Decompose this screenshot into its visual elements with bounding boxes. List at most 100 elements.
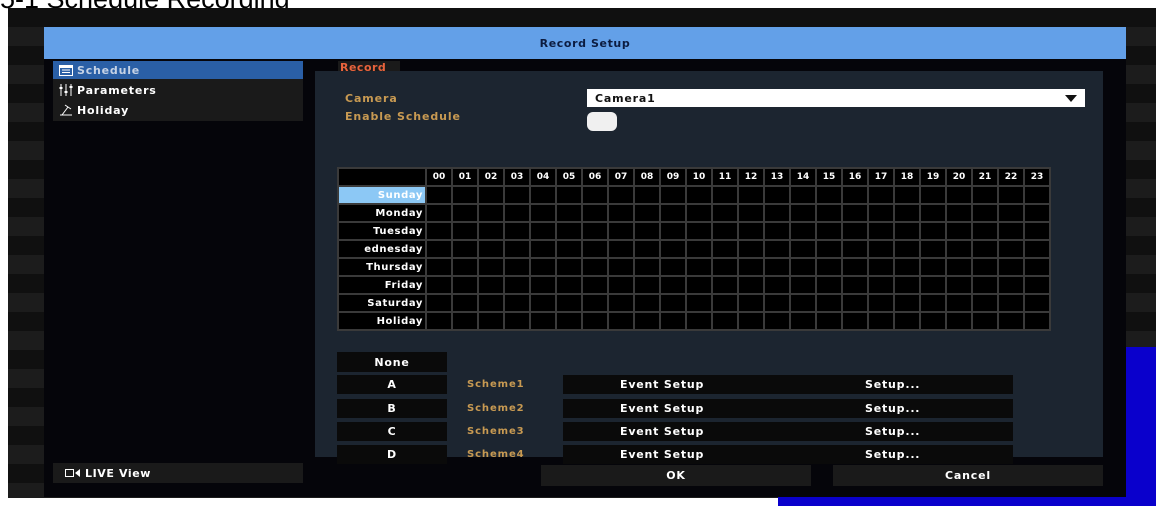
schedule-slot[interactable] [633,239,661,259]
schedule-slot[interactable] [919,185,947,205]
schedule-slot[interactable] [841,203,869,223]
schedule-slot[interactable] [607,221,635,241]
schedule-slot[interactable] [971,203,999,223]
schedule-slot[interactable] [581,185,609,205]
schedule-slot[interactable] [425,293,453,313]
day-label[interactable]: ednesday [337,239,427,259]
schedule-slot[interactable] [737,203,765,223]
schedule-slot[interactable] [607,293,635,313]
schedule-slot[interactable] [841,221,869,241]
schedule-slot[interactable] [555,203,583,223]
schedule-slot[interactable] [451,293,479,313]
schedule-slot[interactable] [529,275,557,295]
schedule-slot[interactable] [763,257,791,277]
schedule-slot[interactable] [685,293,713,313]
schedule-slot[interactable] [503,257,531,277]
schedule-slot[interactable] [659,275,687,295]
schedule-slot[interactable] [945,293,973,313]
schedule-slot[interactable] [477,239,505,259]
schedule-slot[interactable] [971,293,999,313]
day-label[interactable]: Thursday [337,257,427,277]
schedule-slot[interactable] [425,221,453,241]
event-setup-a-button[interactable]: Event Setup Setup... [563,375,1013,394]
schedule-slot[interactable] [633,203,661,223]
schedule-slot[interactable] [659,257,687,277]
schedule-slot[interactable] [789,293,817,313]
schedule-slot[interactable] [581,221,609,241]
schedule-slot[interactable] [789,239,817,259]
schedule-slot[interactable] [971,275,999,295]
mode-c-button[interactable]: C [337,422,447,441]
schedule-slot[interactable] [477,257,505,277]
schedule-slot[interactable] [997,185,1025,205]
schedule-slot[interactable] [685,239,713,259]
schedule-slot[interactable] [581,239,609,259]
schedule-slot[interactable] [919,257,947,277]
schedule-slot[interactable] [867,185,895,205]
schedule-slot[interactable] [503,239,531,259]
schedule-slot[interactable] [763,239,791,259]
schedule-slot[interactable] [841,239,869,259]
schedule-slot[interactable] [1023,275,1051,295]
day-label[interactable]: Holiday [337,311,427,331]
schedule-slot[interactable] [971,311,999,331]
schedule-slot[interactable] [919,275,947,295]
schedule-slot[interactable] [477,203,505,223]
schedule-slot[interactable] [1023,221,1051,241]
schedule-slot[interactable] [971,239,999,259]
schedule-slot[interactable] [945,185,973,205]
schedule-slot[interactable] [503,203,531,223]
mode-a-button[interactable]: A [337,375,447,394]
schedule-slot[interactable] [763,185,791,205]
schedule-slot[interactable] [867,311,895,331]
schedule-slot[interactable] [477,275,505,295]
schedule-slot[interactable] [633,311,661,331]
schedule-slot[interactable] [451,239,479,259]
schedule-slot[interactable] [841,257,869,277]
schedule-slot[interactable] [711,203,739,223]
schedule-slot[interactable] [529,257,557,277]
schedule-slot[interactable] [789,311,817,331]
schedule-slot[interactable] [841,185,869,205]
mode-b-button[interactable]: B [337,399,447,418]
schedule-slot[interactable] [815,293,843,313]
schedule-slot[interactable] [815,275,843,295]
schedule-slot[interactable] [581,203,609,223]
schedule-slot[interactable] [659,221,687,241]
schedule-slot[interactable] [711,311,739,331]
event-setup-b-button[interactable]: Event Setup Setup... [563,399,1013,418]
schedule-slot[interactable] [763,293,791,313]
schedule-slot[interactable] [425,239,453,259]
schedule-slot[interactable] [763,275,791,295]
schedule-slot[interactable] [711,221,739,241]
mode-none-button[interactable]: None [337,352,447,372]
schedule-slot[interactable] [893,203,921,223]
schedule-slot[interactable] [607,185,635,205]
schedule-slot[interactable] [1023,257,1051,277]
schedule-slot[interactable] [425,257,453,277]
schedule-slot[interactable] [971,257,999,277]
schedule-slot[interactable] [789,275,817,295]
schedule-slot[interactable] [659,185,687,205]
schedule-slot[interactable] [477,311,505,331]
day-label[interactable]: Friday [337,275,427,295]
schedule-slot[interactable] [763,221,791,241]
schedule-slot[interactable] [425,203,453,223]
schedule-slot[interactable] [451,185,479,205]
schedule-slot[interactable] [425,311,453,331]
schedule-slot[interactable] [581,257,609,277]
schedule-slot[interactable] [633,185,661,205]
schedule-slot[interactable] [893,311,921,331]
schedule-slot[interactable] [555,185,583,205]
schedule-slot[interactable] [607,257,635,277]
schedule-slot[interactable] [711,257,739,277]
schedule-slot[interactable] [529,203,557,223]
schedule-slot[interactable] [867,203,895,223]
schedule-slot[interactable] [659,239,687,259]
schedule-slot[interactable] [763,311,791,331]
schedule-slot[interactable] [477,185,505,205]
schedule-slot[interactable] [1023,203,1051,223]
schedule-slot[interactable] [477,293,505,313]
camera-select[interactable]: Camera1 [587,89,1085,107]
schedule-slot[interactable] [503,293,531,313]
